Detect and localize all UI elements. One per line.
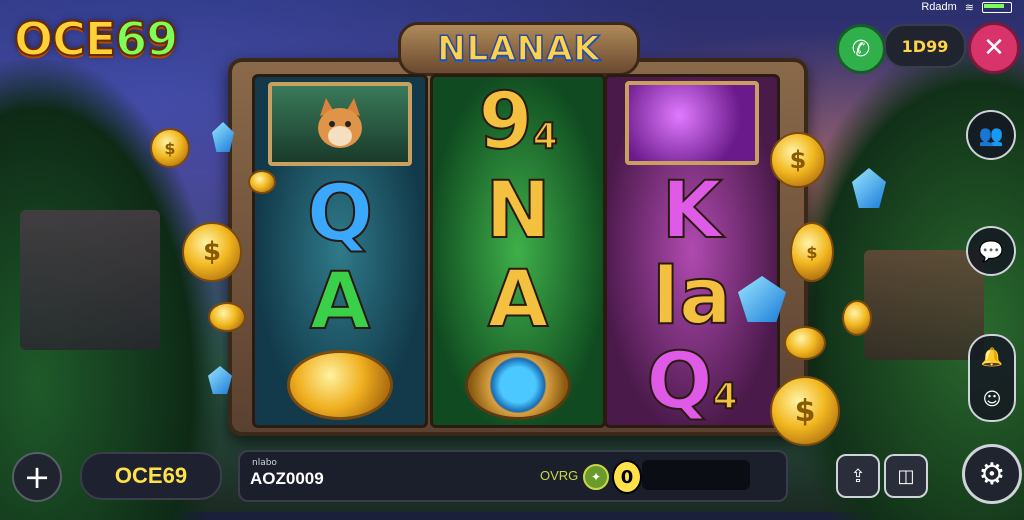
users-icon: 👥 (978, 123, 1004, 147)
coin-icon: $ (790, 222, 834, 282)
blue-gem-ring-symbol (465, 349, 571, 420)
wifi-icon: ≋ (964, 1, 974, 14)
mute-icon: ◫ (897, 465, 915, 487)
symbol-a-gold: A (487, 254, 549, 345)
symbol-q-pink-text: Q (645, 337, 713, 428)
clover-icon: ✦ (583, 464, 609, 490)
coin-icon: $ (150, 128, 190, 168)
phone-icon: ✆ (851, 36, 871, 62)
cat-picture-symbol (268, 81, 412, 166)
win-label: OVRG (540, 468, 579, 483)
share-button[interactable]: ⇪ (836, 454, 880, 498)
coin-counter: 0 (612, 460, 642, 494)
close-button[interactable]: ✕ (968, 22, 1020, 74)
symbol-a: A (309, 256, 371, 347)
left-ruin (20, 210, 160, 350)
symbol-9-text: 9 (477, 76, 533, 167)
chat-button[interactable]: 💬 (966, 226, 1016, 276)
coin-icon (248, 170, 276, 194)
phone-button[interactable]: ✆ (836, 24, 886, 74)
bar-small-label: nlabo (252, 458, 277, 468)
symbol-q-pink-suffix: 4 (712, 376, 739, 418)
symbol-k: K (661, 166, 723, 257)
coin-icon (842, 300, 872, 336)
plus-icon: + (23, 458, 51, 496)
battery-icon (982, 1, 1012, 13)
close-icon: ✕ (983, 33, 1005, 63)
add-button[interactable]: + (12, 452, 62, 502)
reel-3: K la Q4 (604, 74, 780, 428)
logo-number: 69 (114, 11, 179, 67)
symbol-q-pink: Q4 (645, 342, 739, 422)
coin-icon: $ (770, 376, 840, 446)
credit-value: 1D99 (901, 36, 949, 56)
profile-button[interactable]: 👥 (966, 110, 1016, 160)
gold-coin-symbol (287, 350, 393, 421)
reel-1: Q A (252, 74, 428, 428)
symbol-n: N (484, 165, 551, 256)
chat-icon: 💬 (978, 239, 1004, 263)
credit-display: 1D99 (884, 24, 966, 68)
reel-2: 94 N A (430, 74, 606, 428)
logo-text: OCE (13, 11, 117, 67)
right-ruin (864, 250, 984, 360)
coin-icon (784, 326, 826, 360)
gear-icon: ⚙ (978, 456, 1006, 492)
side-pill-controls: 🔔 ☺ (968, 334, 1016, 422)
symbol-9: 94 (477, 82, 559, 162)
brand-logo: OCE69 (13, 11, 179, 67)
symbol-9-suffix: 4 (532, 115, 559, 157)
coin-icon: $ (770, 132, 826, 188)
player-name-badge: OCE69 (80, 452, 222, 500)
bottom-info-bar: nlabo AOZ0009 OVRG ✦ 0 (238, 450, 788, 502)
share-icon: ⇪ (850, 465, 866, 487)
game-title-plate: NLANAK (398, 22, 640, 76)
mute-button[interactable]: ◫ (884, 454, 928, 498)
game-title: NLANAK (436, 28, 601, 70)
cat-icon (318, 97, 362, 148)
purple-gem-picture-symbol (625, 80, 759, 165)
settings-button[interactable]: ⚙ (962, 444, 1022, 504)
player-name: OCE69 (114, 463, 188, 488)
bar-value: AOZ0009 (250, 469, 324, 488)
status-bar: Rdadm ≋ (921, 0, 1012, 14)
coin-icon: $ (182, 222, 242, 282)
status-label: Rdadm (921, 1, 957, 13)
symbol-la: la (651, 251, 732, 342)
symbol-q: Q (306, 169, 374, 260)
bell-icon[interactable]: 🔔 (981, 347, 1003, 368)
face-icon[interactable]: ☺ (983, 389, 1002, 410)
coin-icon (208, 302, 246, 332)
amount-slot (642, 460, 750, 490)
